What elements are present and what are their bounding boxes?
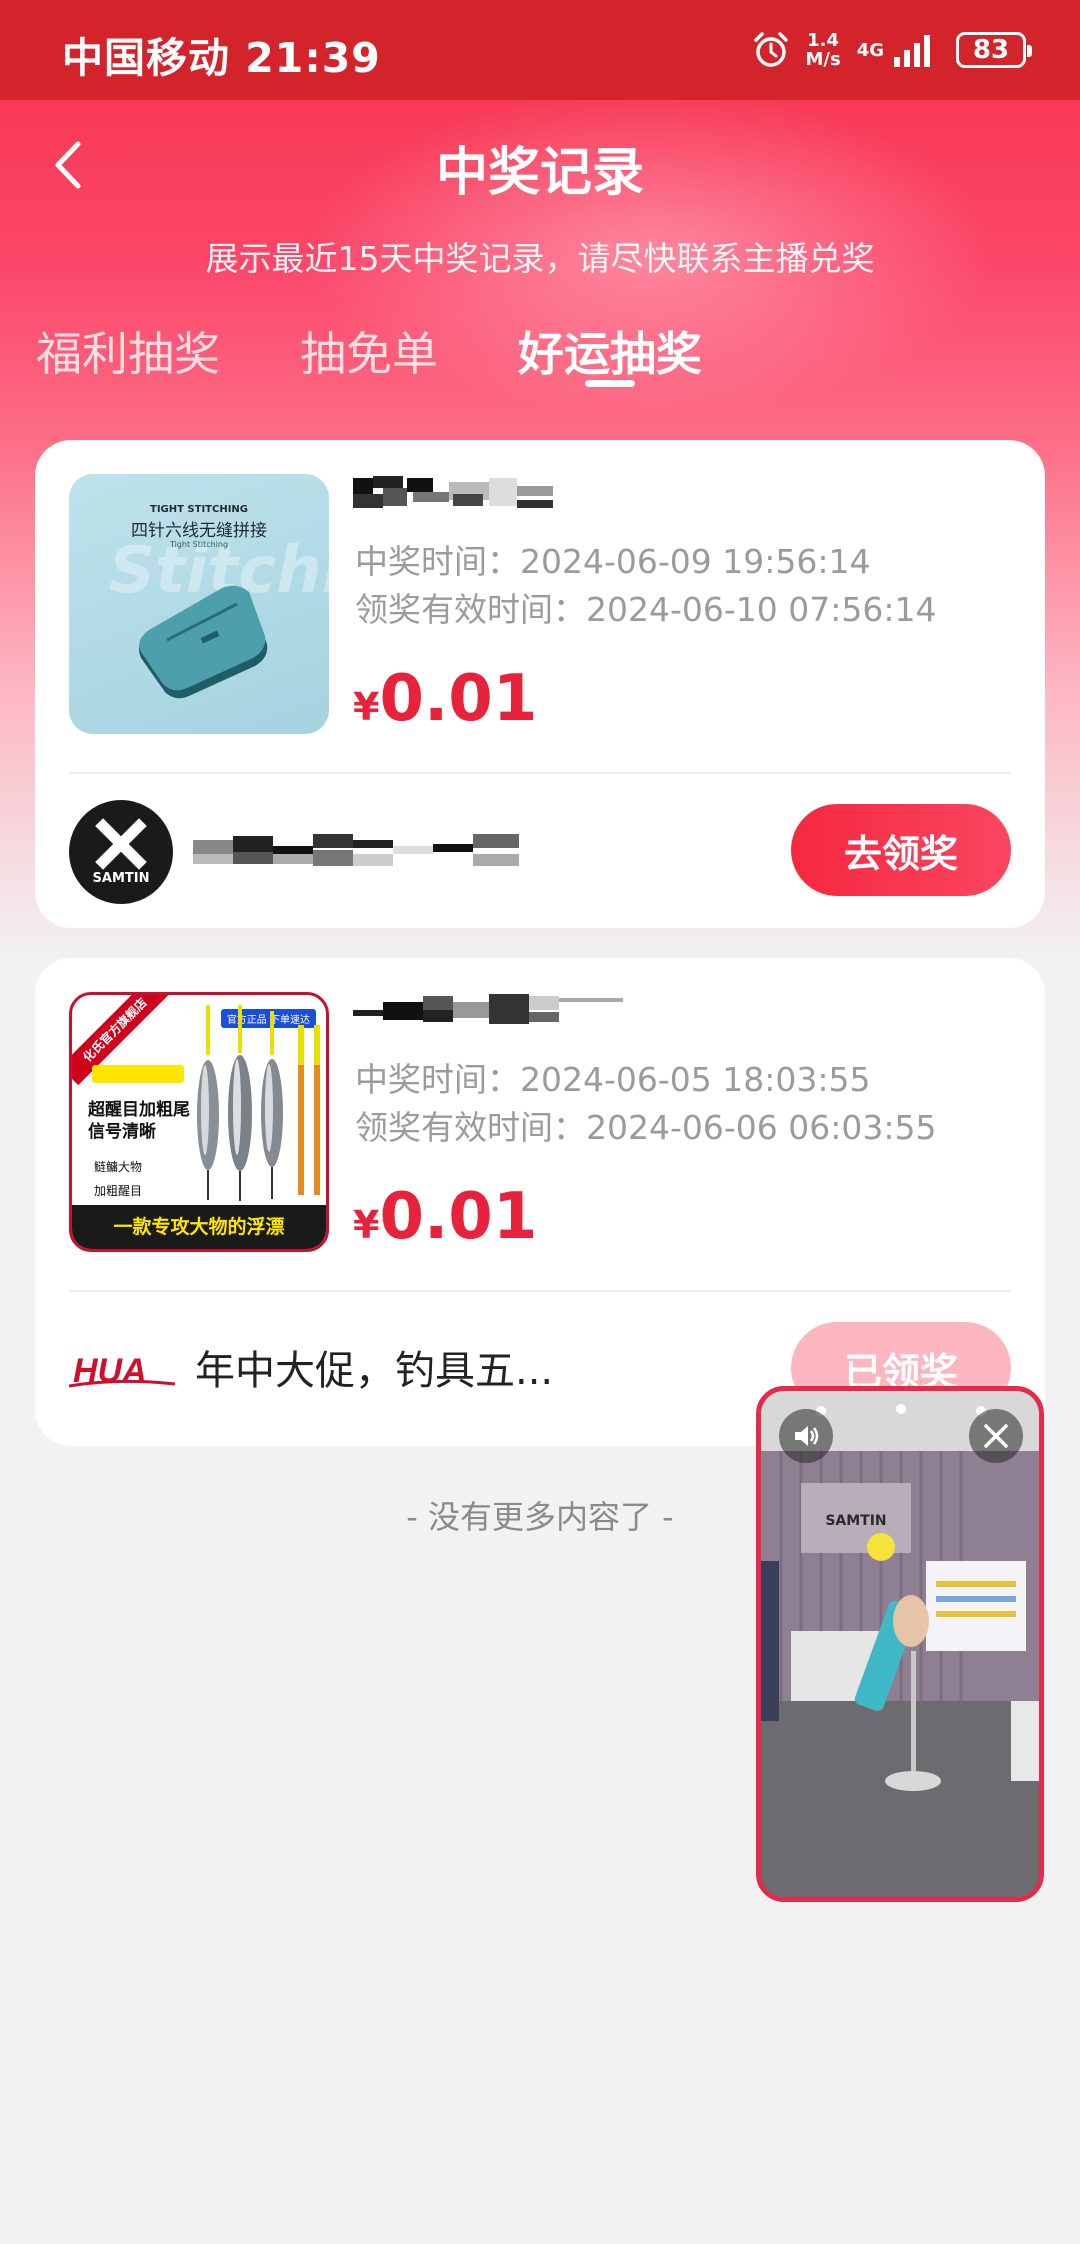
samtin-logo-text: SAMTIN xyxy=(93,871,150,886)
tab-free-order[interactable]: 抽免单 xyxy=(300,318,438,384)
win-time: 中奖时间：2024-06-09 19:56:14 xyxy=(355,542,871,581)
thumb-features: 鲢鳙大物 加粗醒目 xyxy=(94,1155,142,1203)
card-divider xyxy=(69,772,1011,774)
battery-level: 83 xyxy=(972,35,1010,65)
battery-icon: 83 xyxy=(956,32,1032,68)
live-stream-video: SAMTIN xyxy=(761,1391,1039,1897)
prize-price: ¥0.01 xyxy=(353,662,537,736)
active-tab-indicator xyxy=(585,380,635,387)
speaker-icon xyxy=(795,1426,819,1446)
tab-lucky-lottery[interactable]: 好运抽奖 xyxy=(518,318,702,384)
net-speed: 1.4 M/s xyxy=(805,31,840,69)
tab-welfare-lottery[interactable]: 福利抽奖 xyxy=(36,318,220,384)
thumb-banner: 一款专攻大物的浮漂 xyxy=(72,1205,326,1249)
status-icons: 1.4 M/s 4G 83 xyxy=(751,22,1032,78)
product-name-redacted xyxy=(353,476,553,508)
thumb-title-cn: 四针六线无缝拼接 xyxy=(131,521,267,541)
product-name-redacted xyxy=(353,994,623,1024)
product-image[interactable]: Stitching TIGHT STITCHING 四针六线无缝拼接 Tight… xyxy=(69,474,329,734)
product-image[interactable]: 化氏官方旗舰店 官方正品 下单速达 超醒目加粗尾信号清晰 鲢鳙大物 加粗醒目 一… xyxy=(69,992,329,1252)
currency-symbol: ¥ xyxy=(353,685,380,729)
alarm-icon xyxy=(754,32,789,67)
thumb-yellow-tag xyxy=(92,1065,184,1083)
store-name: 年中大促，钓具五... xyxy=(195,1348,554,1394)
prize-record-card: 化氏官方旗舰店 官方正品 下单速达 超醒目加粗尾信号清晰 鲢鳙大物 加粗醒目 一… xyxy=(35,958,1045,1446)
float-product-graphic xyxy=(197,1005,320,1201)
cushion-product-graphic xyxy=(139,585,268,699)
network-type: 4G xyxy=(856,39,884,61)
card-divider xyxy=(69,1290,1011,1292)
claim-valid-time: 领奖有效时间：2024-06-06 06:03:55 xyxy=(355,1108,937,1147)
currency-symbol: ¥ xyxy=(353,1203,380,1247)
page-subtitle: 展示最近15天中奖记录，请尽快联系主播兑奖 xyxy=(205,239,875,278)
net-speed-unit: M/s xyxy=(805,49,841,70)
thumb-feature-1: 鲢鳙大物 xyxy=(94,1160,143,1174)
thumb-headline: 超醒目加粗尾信号清晰 xyxy=(88,1100,190,1142)
prize-record-card: Stitching TIGHT STITCHING 四针六线无缝拼接 Tight… xyxy=(35,440,1045,928)
live-wall-logo: SAMTIN xyxy=(825,1513,886,1529)
thumb-title-en: TIGHT STITCHING xyxy=(150,504,248,515)
samtin-logo-icon: SAMTIN xyxy=(93,818,150,886)
carrier-time: 中国移动 21:39 xyxy=(62,34,381,82)
thumb-subtitle: Tight Stitching xyxy=(169,540,229,549)
live-stream-mini-window[interactable]: SAMTIN xyxy=(756,1386,1044,1902)
status-bar: 中国移动 21:39 1.4 M/s 4G 83 xyxy=(0,0,1080,100)
claim-valid-time: 领奖有效时间：2024-06-10 07:56:14 xyxy=(355,590,937,629)
win-time: 中奖时间：2024-06-05 18:03:55 xyxy=(355,1060,871,1099)
close-x-icon xyxy=(984,1424,1008,1448)
volume-icon[interactable] xyxy=(779,1409,833,1463)
page: 中国移动 21:39 1.4 M/s 4G 83 中奖记录 展示最近15天中奖记… xyxy=(0,0,1080,2244)
store-avatar[interactable]: SAMTIN xyxy=(69,800,173,904)
price-amount: 0.01 xyxy=(379,1180,538,1254)
signal-icon xyxy=(894,35,930,67)
close-icon[interactable] xyxy=(969,1409,1023,1463)
claim-prize-button[interactable]: 去领奖 xyxy=(791,804,1011,896)
page-title: 中奖记录 xyxy=(435,143,644,203)
net-speed-value: 1.4 xyxy=(807,30,840,51)
thumb-feature-2: 加粗醒目 xyxy=(94,1184,143,1198)
prize-price: ¥0.01 xyxy=(353,1180,537,1254)
store-name-redacted xyxy=(193,834,519,866)
hua-brand-logo[interactable]: HUA xyxy=(69,1338,179,1398)
price-amount: 0.01 xyxy=(379,662,538,736)
